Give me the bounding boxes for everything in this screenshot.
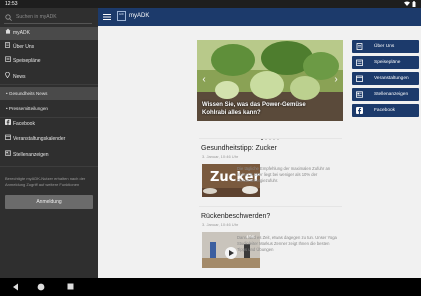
menu-plan-icon xyxy=(4,55,11,68)
facebook-icon xyxy=(4,118,11,131)
divider xyxy=(0,84,98,85)
search-input[interactable]: Suchen in myADK xyxy=(4,11,92,24)
home-icon[interactable] xyxy=(37,283,45,291)
system-navigation-bar xyxy=(0,278,421,296)
drawer-item-news[interactable]: News xyxy=(0,71,98,84)
slider-next-button[interactable]: › xyxy=(331,73,341,87)
recent-apps-icon[interactable] xyxy=(67,283,74,290)
article-teaser: Dann wird es Zeit, etwas dagegen zu tun.… xyxy=(237,235,337,252)
drawer-item-label: News xyxy=(13,74,26,80)
drawer-item-label: Veranstaltungskalender xyxy=(13,136,66,142)
drawer-item-label: Gesundheits News xyxy=(8,91,48,96)
quick-link-label: Stellenanzeigen xyxy=(374,92,409,97)
document-icon xyxy=(356,43,363,50)
navigation-drawer: Suchen in myADK myADK Über Uns Speiseplä… xyxy=(0,8,98,278)
drawer-item-ueber-uns[interactable]: Über Uns xyxy=(0,41,98,54)
calendar-icon xyxy=(4,133,11,146)
status-bar: 12:53 xyxy=(0,0,421,8)
drawer-item-facebook[interactable]: Facebook xyxy=(0,118,98,131)
drawer-item-myadk[interactable]: myADK xyxy=(0,27,98,40)
document-icon xyxy=(4,41,11,54)
battery-icon xyxy=(412,0,416,7)
search-placeholder: Suchen in myADK xyxy=(16,14,57,20)
drawer-item-gesundheits-news[interactable]: • Gesundheits News xyxy=(0,87,98,100)
featured-slider[interactable]: ‹ › Wissen Sie, was das Power-Gemüse Koh… xyxy=(197,40,343,121)
quick-link-veranstaltungen[interactable]: Veranstaltungen xyxy=(352,72,419,85)
top-app-bar: ADK myADK xyxy=(98,8,421,26)
article-title[interactable]: Rückenbeschwerden? xyxy=(201,212,270,221)
quick-link-ueber-uns[interactable]: Über Uns xyxy=(352,40,419,53)
bullet-icon: • xyxy=(6,91,8,96)
drawer-item-veranstaltungskalender[interactable]: Veranstaltungskalender xyxy=(0,133,98,146)
drawer-item-speiseplaene[interactable]: Speisepläne xyxy=(0,55,98,68)
slider-caption-line: Wissen Sie, was das Power-Gemüse xyxy=(202,102,306,108)
video-play-icon[interactable] xyxy=(225,247,237,259)
newspaper-icon xyxy=(4,149,11,162)
quick-link-label: Veranstaltungen xyxy=(374,76,409,81)
quick-link-facebook[interactable]: Facebook xyxy=(352,104,419,117)
drawer-item-label: Stellenanzeigen xyxy=(13,152,49,158)
drawer-item-label: Pressemitteilungen xyxy=(8,106,48,111)
drawer-item-stellenanzeigen[interactable]: Stellenanzeigen xyxy=(0,149,98,162)
hamburger-menu-icon[interactable] xyxy=(103,13,111,21)
slider-caption-line: Kohlrabi alles kann? xyxy=(202,110,261,116)
divider xyxy=(199,206,342,207)
drawer-item-pressemitteilungen[interactable]: • Pressemitteilungen xyxy=(0,102,98,115)
drawer-item-label: Über Uns xyxy=(13,44,35,50)
newspaper-icon xyxy=(356,91,363,98)
facebook-icon xyxy=(356,107,363,114)
quick-link-label: Speisepläne xyxy=(374,60,401,65)
quick-link-speiseplaene[interactable]: Speisepläne xyxy=(352,56,419,69)
calendar-icon xyxy=(356,75,363,82)
location-pin-icon xyxy=(4,71,11,84)
quick-link-label: Facebook xyxy=(374,108,396,113)
slider-prev-button[interactable]: ‹ xyxy=(199,73,209,87)
slider-pagination xyxy=(261,127,281,140)
back-icon[interactable] xyxy=(12,283,19,291)
search-icon xyxy=(5,14,12,21)
menu-plan-icon xyxy=(356,59,363,66)
main-content: ‹ › Wissen Sie, was das Power-Gemüse Koh… xyxy=(98,26,421,278)
login-note: Berechtigte myADK-Nutzer erhalten nach d… xyxy=(5,176,86,187)
drawer-item-label: myADK xyxy=(13,30,30,36)
quick-link-stellenanzeigen[interactable]: Stellenanzeigen xyxy=(352,88,419,101)
article-title[interactable]: Gesundheitstipp: Zucker xyxy=(201,144,277,153)
login-button[interactable]: Anmeldung xyxy=(5,195,93,209)
wifi-icon xyxy=(403,1,410,7)
slider-caption: Wissen Sie, was das Power-Gemüse Kohlrab… xyxy=(202,101,306,117)
article-teaser: Die tägliche Empfehlung der maximalen Zu… xyxy=(237,166,331,183)
quick-link-label: Über Uns xyxy=(374,44,395,49)
drawer-item-label: Speisepläne xyxy=(13,58,41,64)
app-title: myADK xyxy=(129,13,150,19)
bullet-icon: • xyxy=(6,106,8,111)
article-date: 3. Januar, 10:46 Uhr xyxy=(202,154,239,159)
drawer-item-label: Facebook xyxy=(13,121,35,127)
divider xyxy=(0,166,98,167)
app-logo: ADK xyxy=(117,11,126,21)
status-time: 12:53 xyxy=(5,1,18,7)
home-icon xyxy=(4,27,11,40)
article-date: 3. Januar, 10:46 Uhr xyxy=(202,222,239,227)
divider xyxy=(199,138,342,139)
